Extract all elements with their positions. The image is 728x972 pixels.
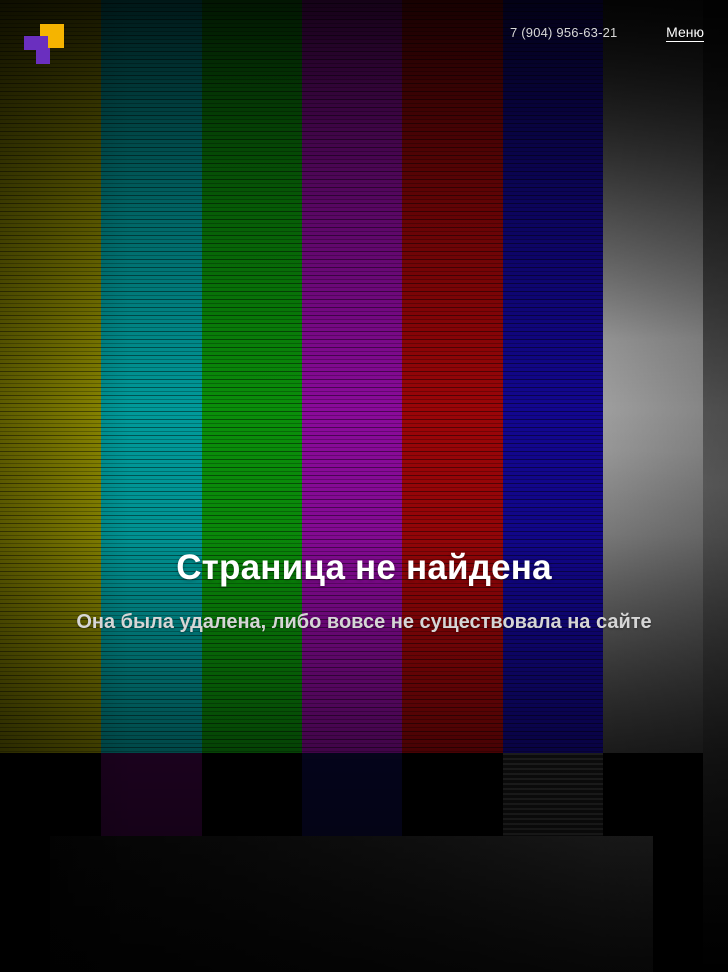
- bar-yellow: [0, 0, 101, 753]
- color-bars: [0, 0, 728, 753]
- bar-green: [202, 0, 303, 753]
- phone-link[interactable]: 7 (904) 956-63-21: [510, 25, 617, 40]
- bar-blue: [503, 0, 604, 753]
- page-subtitle: Она была удалена, либо вовсе не существо…: [76, 611, 652, 633]
- tv-test-pattern-background: [0, 0, 728, 972]
- gray-gradient-block: [50, 836, 653, 972]
- band-black-2: [202, 753, 303, 836]
- menu-button[interactable]: Меню: [666, 24, 704, 42]
- bar-magenta: [302, 0, 403, 753]
- bar-red: [402, 0, 503, 753]
- band-purple: [101, 753, 202, 836]
- band-black-4: [603, 753, 703, 836]
- right-edge-strip: [703, 0, 728, 972]
- logo-purple-square-lower: [36, 48, 50, 64]
- logo[interactable]: [24, 24, 64, 64]
- band-striped-gray: [503, 753, 604, 836]
- band-black-3: [402, 753, 503, 836]
- band-black-1: [0, 753, 101, 836]
- bar-gray: [603, 0, 703, 753]
- reverse-bars: [0, 753, 728, 836]
- page-title: Страница не найдена: [176, 548, 552, 587]
- band-navy: [302, 753, 403, 836]
- bar-cyan: [101, 0, 202, 753]
